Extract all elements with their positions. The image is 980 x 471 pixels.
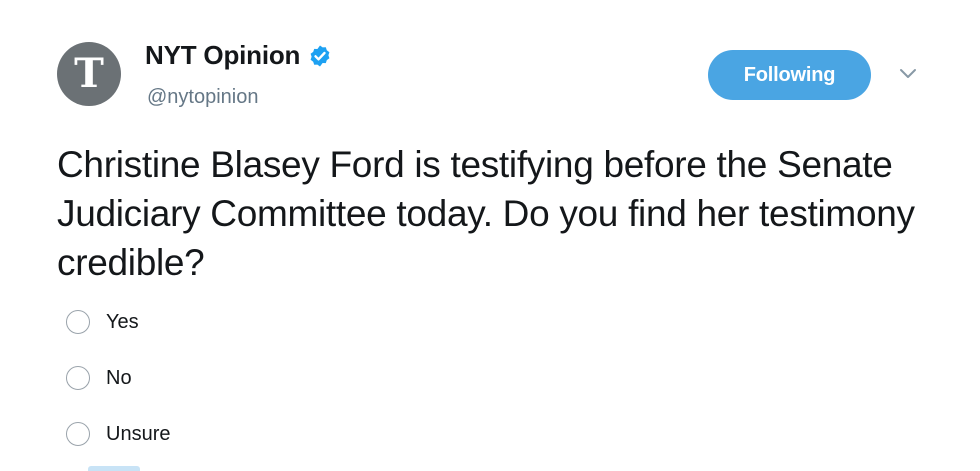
- poll-option-yes[interactable]: Yes: [66, 308, 170, 336]
- chevron-down-icon[interactable]: [898, 66, 918, 82]
- poll-option-label: No: [106, 366, 132, 389]
- tweet-text: Christine Blasey Ford is testifying befo…: [57, 144, 915, 283]
- author-handle[interactable]: @nytopinion: [147, 86, 258, 109]
- following-button[interactable]: Following: [708, 50, 871, 100]
- nyt-logo-icon: T: [74, 50, 104, 97]
- poll-option-label: Yes: [106, 310, 139, 333]
- poll-option-label: Unsure: [106, 422, 171, 445]
- author-name-row: NYT Opinion: [145, 40, 332, 71]
- poll-option-no[interactable]: No: [66, 364, 170, 392]
- display-name[interactable]: NYT Opinion: [145, 40, 300, 71]
- vote-button-edge[interactable]: [88, 466, 140, 471]
- verified-badge-icon: [310, 45, 330, 66]
- radio-button-icon[interactable]: [66, 366, 90, 390]
- poll-option-unsure[interactable]: Unsure: [66, 420, 170, 448]
- poll: Yes No Unsure: [66, 308, 170, 471]
- avatar[interactable]: T: [57, 42, 121, 106]
- radio-button-icon[interactable]: [66, 422, 90, 446]
- radio-button-icon[interactable]: [66, 310, 90, 334]
- tweet-card: T NYT Opinion @nytopinion Following Chri…: [0, 0, 980, 471]
